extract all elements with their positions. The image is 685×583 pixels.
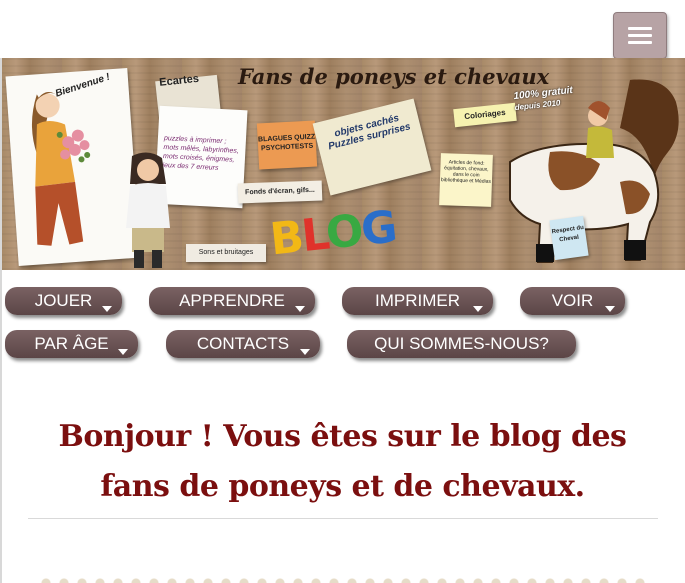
header-banner[interactable]: Bienvenue ! Ecartes puzzles à imprimer ;…	[2, 58, 685, 270]
nav-qui-sommes-nous-button[interactable]: QUI SOMMES-NOUS?	[347, 330, 576, 358]
nav-imprimer-button[interactable]: IMPRIMER	[342, 287, 493, 315]
nav-voir-button[interactable]: VOIR	[520, 287, 625, 315]
blog-letter: B	[267, 211, 305, 266]
nav-label: CONTACTS	[196, 334, 290, 353]
blagues-note: BLAGUES QUIZZ PSYCHOTESTS	[256, 120, 318, 170]
caret-down-icon	[295, 306, 305, 312]
nav-contacts-button[interactable]: CONTACTS	[166, 330, 320, 358]
nav-label: PAR ÂGE	[34, 334, 109, 353]
hamburger-line	[628, 41, 652, 44]
blog-letter: O	[323, 205, 364, 260]
nav-label: IMPRIMER	[375, 291, 460, 310]
decorative-border	[40, 574, 650, 583]
nav-par-age-button[interactable]: PAR ÂGE	[5, 330, 138, 358]
ecartes-label: Ecartes	[158, 72, 200, 89]
sons-note: Sons et bruitages	[186, 244, 266, 262]
caret-down-icon	[473, 306, 483, 312]
caret-down-icon	[118, 349, 128, 355]
blagues-text: BLAGUES QUIZZ PSYCHOTESTS	[257, 133, 316, 153]
respect-text: Respect du Cheval	[551, 224, 585, 244]
nav-label: QUI SOMMES-NOUS?	[374, 334, 549, 353]
nav-label: VOIR	[551, 291, 594, 310]
nav-label: APPRENDRE	[179, 291, 285, 310]
page-headline: Bonjour ! Vous êtes sur le blog des fans…	[58, 419, 627, 504]
banner-title: Fans de poneys et chevaux	[238, 64, 550, 89]
nav-jouer-button[interactable]: JOUER	[5, 287, 122, 315]
nav-label: JOUER	[34, 291, 93, 310]
fonds-text: Fonds d'écran, gifs...	[245, 186, 315, 197]
hamburger-line	[628, 27, 652, 30]
caret-down-icon	[300, 349, 310, 355]
caret-down-icon	[605, 306, 615, 312]
nav-apprendre-button[interactable]: APPRENDRE	[149, 287, 315, 315]
divider	[28, 518, 658, 519]
menu-toggle-button[interactable]	[613, 12, 667, 59]
hamburger-line	[628, 34, 652, 37]
girl-figure-illustration	[126, 152, 170, 268]
fonds-note: Fonds d'écran, gifs...	[237, 180, 323, 204]
sons-text: Sons et bruitages	[198, 249, 254, 256]
caret-down-icon	[102, 306, 112, 312]
top-bar	[0, 0, 685, 59]
respect-note: Respect du Cheval	[549, 215, 589, 261]
blog-letter: G	[358, 201, 398, 256]
